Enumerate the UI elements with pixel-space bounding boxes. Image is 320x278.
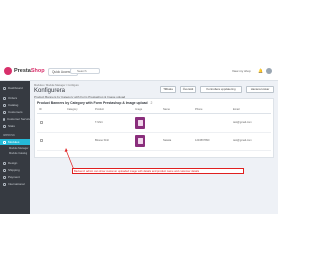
annotation-callout: Backend: admin can show customer uploade… xyxy=(72,168,244,174)
admin-screenshot: PrestaShop Quick Access ▾ ⌕ View my shop… xyxy=(0,64,278,214)
annotation-arrow xyxy=(64,148,75,171)
annotation-arrow-head xyxy=(64,148,68,152)
annotation-arrow-line xyxy=(65,149,75,171)
